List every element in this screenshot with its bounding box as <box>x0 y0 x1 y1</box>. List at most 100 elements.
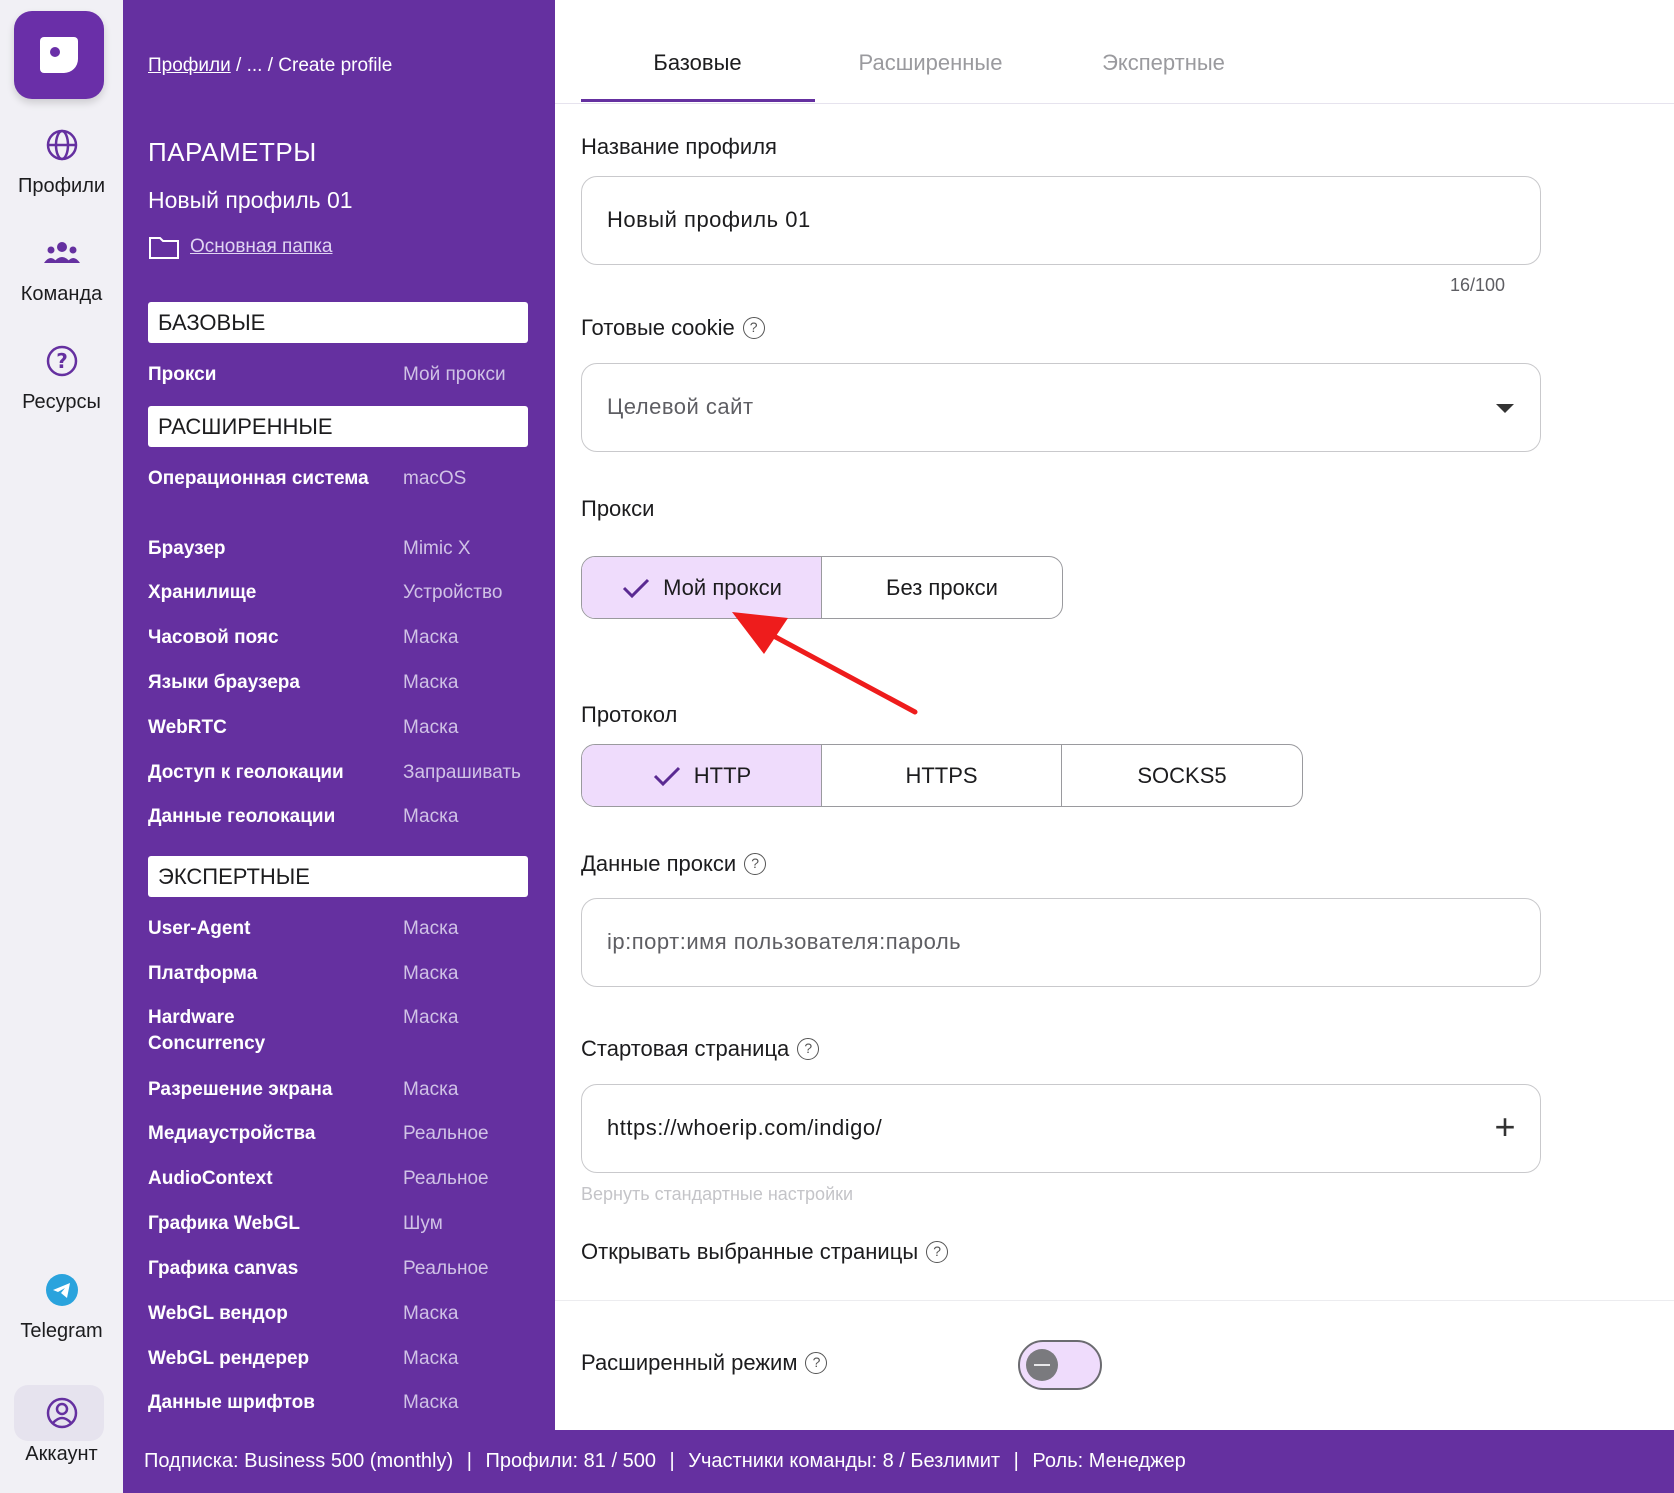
row-key: Операционная система <box>148 468 369 489</box>
cookie-select[interactable]: Целевой сайт <box>581 363 1541 452</box>
rail-label: Аккаунт <box>25 1443 98 1465</box>
globe-icon <box>46 129 77 161</box>
chevron-down-icon <box>1496 404 1514 413</box>
svg-text:?: ? <box>56 349 68 373</box>
help-icon[interactable]: ? <box>805 1352 828 1374</box>
label-text: Название профиля <box>581 134 777 159</box>
sidebar-heading: ПАРАМЕТРЫ <box>148 137 317 167</box>
footer-separator: | <box>669 1450 675 1472</box>
tab-basic[interactable]: Базовые <box>581 50 814 76</box>
section-basic[interactable]: БАЗОВЫЕ <box>148 302 528 343</box>
row-value: Устройство <box>403 582 503 603</box>
user-circle-icon <box>46 1397 77 1429</box>
row-key: WebGL рендерер <box>148 1348 310 1369</box>
label-text: Расширенный режим <box>581 1350 798 1375</box>
footer-subscription: Подписка: Business 500 (monthly) <box>144 1450 454 1472</box>
row-value: Маска <box>403 1079 459 1100</box>
cookie-label: Готовые cookie ? <box>581 315 765 341</box>
help-icon[interactable]: ? <box>744 853 767 875</box>
row-key: Медиаустройства <box>148 1123 316 1144</box>
breadcrumb: Профили / ... / Create profile <box>148 55 392 77</box>
reset-defaults-link[interactable]: Вернуть стандартные настройки <box>581 1184 853 1205</box>
row-key: AudioContext <box>148 1168 273 1189</box>
row-value: Маска <box>403 963 459 984</box>
profile-name-label: Название профиля <box>581 134 777 160</box>
parameters-sidebar: Профили / ... / Create profile ПАРАМЕТРЫ… <box>123 0 555 1430</box>
check-icon <box>653 766 680 786</box>
row-key: Данные геолокации <box>148 806 336 827</box>
row-value: Маска <box>403 1392 459 1413</box>
rail-item-telegram[interactable]: Telegram <box>0 1270 123 1343</box>
start-page-input[interactable]: https://whoerip.com/indigo/ + <box>581 1084 1541 1173</box>
row-key: Графика canvas <box>148 1258 299 1279</box>
telegram-icon <box>45 1274 78 1306</box>
row-key: Платформа <box>148 963 258 984</box>
tab-expert[interactable]: Экспертные <box>1047 50 1280 76</box>
footer-members: Участники команды: 8 / Безлимит <box>688 1450 1001 1472</box>
plus-icon[interactable]: + <box>1494 1107 1516 1147</box>
proxy-toggle-group: Мой прокси Без прокси <box>581 556 1063 619</box>
label-text: Данные прокси <box>581 851 737 876</box>
proxy-option-no-proxy[interactable]: Без прокси <box>822 557 1062 618</box>
profile-name-input[interactable]: Новый профиль 01 <box>581 176 1541 265</box>
rail-item-team[interactable]: Команда <box>0 233 123 306</box>
row-value: Маска <box>403 717 459 738</box>
proxy-data-input[interactable]: ip:порт:имя пользователя:пароль <box>581 898 1541 987</box>
tab-advanced[interactable]: Расширенные <box>814 50 1047 76</box>
rail-item-resources[interactable]: ? Ресурсы <box>0 341 123 414</box>
protocol-option-http[interactable]: HTTP <box>582 745 822 806</box>
icon-rail: Профили Команда ? Ресурсы Telegram Аккау… <box>0 0 123 1493</box>
proxy-label: Прокси <box>581 496 654 522</box>
help-icon[interactable]: ? <box>742 317 765 339</box>
row-value: Маска <box>403 806 459 827</box>
footer-role: Роль: Менеджер <box>1032 1450 1186 1472</box>
row-value: Мой прокси <box>403 364 506 385</box>
row-key: WebRTC <box>148 717 227 738</box>
row-value: Маска <box>403 1007 459 1028</box>
row-key: Браузер <box>148 538 226 559</box>
row-key: User-Agent <box>148 918 251 939</box>
option-label: Без прокси <box>886 574 998 600</box>
proxy-option-my-proxy[interactable]: Мой прокси <box>582 557 822 618</box>
row-value: Реальное <box>403 1258 489 1279</box>
rail-label: Telegram <box>20 1320 103 1342</box>
row-key: Данные шрифтов <box>148 1392 315 1413</box>
section-expert[interactable]: ЭКСПЕРТНЫЕ <box>148 856 528 897</box>
protocol-option-socks5[interactable]: SOCKS5 <box>1062 745 1302 806</box>
advanced-mode-toggle[interactable] <box>1018 1340 1102 1390</box>
row-key: Разрешение экрана <box>148 1079 333 1100</box>
footer-separator: | <box>1013 1450 1019 1472</box>
app-logo[interactable] <box>14 11 104 99</box>
row-value: Шум <box>403 1213 443 1234</box>
rail-item-profiles[interactable]: Профили <box>0 125 123 198</box>
rail-label: Ресурсы <box>22 391 101 413</box>
breadcrumb-separator: / ... / <box>230 55 279 76</box>
row-value: Mimic X <box>403 538 471 559</box>
section-advanced[interactable]: РАСШИРЕННЫЕ <box>148 406 528 447</box>
help-icon[interactable]: ? <box>926 1241 949 1263</box>
proxy-data-label: Данные прокси ? <box>581 851 767 877</box>
protocol-option-https[interactable]: HTTPS <box>822 745 1062 806</box>
settings-tabs: Базовые Расширенные Экспертные <box>555 0 1674 104</box>
row-key: Часовой пояс <box>148 627 279 648</box>
row-value: Маска <box>403 1303 459 1324</box>
rail-item-account[interactable]: Аккаунт <box>0 1393 123 1466</box>
label-text: Протокол <box>581 702 678 727</box>
sidebar-profile-name: Новый профиль 01 <box>148 187 353 213</box>
toggle-knob <box>1026 1349 1058 1381</box>
advanced-mode-label: Расширенный режим ? <box>581 1350 828 1376</box>
row-key: Хранилище <box>148 582 257 603</box>
folder-link[interactable]: Основная папка <box>148 234 333 260</box>
status-footer: Подписка: Business 500 (monthly) | Профи… <box>123 1430 1674 1493</box>
row-value: Маска <box>403 627 459 648</box>
folder-icon <box>149 237 179 259</box>
option-label: HTTPS <box>905 762 978 788</box>
row-key: Hardware Concurrency <box>148 1007 266 1054</box>
footer-profiles: Профили: 81 / 500 <box>485 1450 656 1472</box>
rail-label: Команда <box>20 283 103 305</box>
row-value: macOS <box>403 468 467 489</box>
breadcrumb-profiles-link[interactable]: Профили <box>148 55 231 76</box>
option-label: HTTP <box>693 762 752 788</box>
help-icon[interactable]: ? <box>797 1038 820 1060</box>
breadcrumb-current: Create profile <box>278 55 393 76</box>
